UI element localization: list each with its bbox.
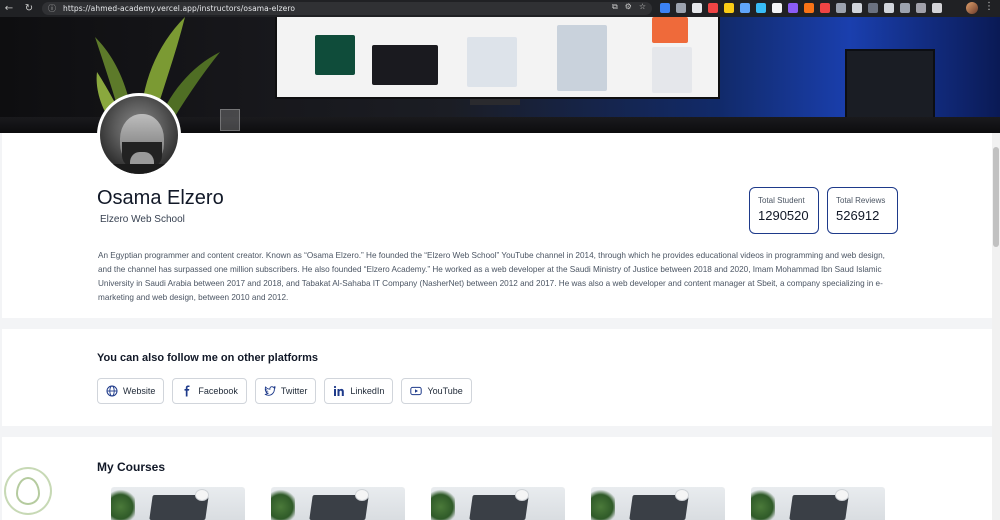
section-divider	[2, 426, 992, 437]
total-students-card: Total Student 1290520	[749, 187, 819, 234]
share-icon[interactable]: ⧉	[612, 2, 618, 12]
twitter-link-button[interactable]: Twitter	[254, 378, 317, 404]
extension-icon[interactable]	[676, 3, 686, 13]
course-card[interactable]	[271, 487, 405, 520]
extension-icon[interactable]	[804, 3, 814, 13]
extension-icon[interactable]	[852, 3, 862, 13]
extension-icon[interactable]	[724, 3, 734, 13]
social-link-label: LinkedIn	[350, 386, 385, 396]
extension-icon[interactable]	[884, 3, 894, 13]
course-card[interactable]	[111, 487, 245, 520]
instructor-school: Elzero Web School	[100, 214, 185, 225]
page-scrollbar[interactable]	[992, 133, 1000, 520]
youtube-link-button[interactable]: YouTube	[401, 378, 472, 404]
course-card[interactable]	[591, 487, 725, 520]
instructor-bio: An Egyptian programmer and content creat…	[98, 251, 885, 302]
globe-icon	[106, 385, 118, 397]
stat-value: 526912	[836, 208, 880, 223]
avatar	[97, 93, 181, 177]
twitter-icon	[264, 385, 276, 397]
facebook-link-button[interactable]: Facebook	[172, 378, 247, 404]
more-menu-icon[interactable]: ⋮	[984, 1, 994, 12]
site-info-icon[interactable]: ⓘ	[48, 3, 57, 14]
bookmark-star-icon[interactable]: ☆	[639, 2, 646, 12]
glass-decoration	[220, 109, 240, 131]
course-thumbnail	[751, 487, 775, 520]
social-link-label: Website	[123, 386, 156, 396]
monitor-screen-decoration	[275, 17, 720, 99]
extension-icon[interactable]	[660, 3, 670, 13]
courses-section-title: My Courses	[97, 460, 166, 474]
youtube-icon	[410, 385, 423, 397]
monitor-stand-decoration	[470, 99, 520, 105]
extension-icon[interactable]	[740, 3, 750, 13]
browser-profile-avatar[interactable]	[966, 2, 978, 14]
translate-icon[interactable]: ⚙	[625, 2, 632, 12]
scrollbar-thumb[interactable]	[993, 147, 999, 247]
social-link-label: Twitter	[280, 386, 308, 396]
follow-section-title: You can also follow me on other platform…	[97, 352, 319, 364]
reload-icon[interactable]: ↻	[22, 2, 36, 16]
extension-icon[interactable]	[772, 3, 782, 13]
course-card[interactable]	[751, 487, 885, 520]
extension-icon[interactable]	[916, 3, 926, 13]
website-link-button[interactable]: Website	[97, 378, 165, 404]
course-thumbnail	[271, 487, 295, 520]
extension-icon[interactable]	[868, 3, 878, 13]
section-divider	[2, 318, 992, 329]
linkedin-link-button[interactable]: LinkedIn	[324, 378, 394, 404]
url-text: https://ahmed-academy.vercel.app/instruc…	[63, 4, 296, 13]
courses-list	[111, 487, 885, 520]
course-thumbnail	[591, 487, 615, 520]
social-link-label: Facebook	[198, 386, 238, 396]
course-thumbnail	[431, 487, 455, 520]
total-reviews-card: Total Reviews 526912	[827, 187, 898, 234]
course-card[interactable]	[431, 487, 565, 520]
facebook-icon	[181, 385, 193, 397]
stat-label: Total Student	[758, 196, 805, 205]
extensions-row	[660, 3, 942, 13]
extension-icon[interactable]	[788, 3, 798, 13]
stat-value: 1290520	[758, 208, 809, 223]
stat-label: Total Reviews	[836, 196, 886, 205]
arrow-left-icon[interactable]: ←	[2, 2, 16, 16]
course-thumbnail	[111, 487, 135, 520]
extension-icon[interactable]	[756, 3, 766, 13]
extension-icon[interactable]	[932, 3, 942, 13]
address-bar[interactable]: ⓘ https://ahmed-academy.vercel.app/instr…	[42, 2, 652, 15]
browser-toolbar: ← ↻ ⓘ https://ahmed-academy.vercel.app/i…	[0, 0, 1000, 17]
linkedin-icon	[333, 385, 345, 397]
social-link-label: YouTube	[427, 386, 463, 396]
extension-icon[interactable]	[836, 3, 846, 13]
watermark-logo	[4, 467, 52, 515]
extension-icon[interactable]	[692, 3, 702, 13]
extension-icon[interactable]	[900, 3, 910, 13]
extension-icon[interactable]	[820, 3, 830, 13]
extension-icon[interactable]	[708, 3, 718, 13]
social-links: Website Facebook Twitter LinkedIn YouTub…	[97, 378, 472, 404]
instructor-name: Osama Elzero	[97, 187, 224, 209]
